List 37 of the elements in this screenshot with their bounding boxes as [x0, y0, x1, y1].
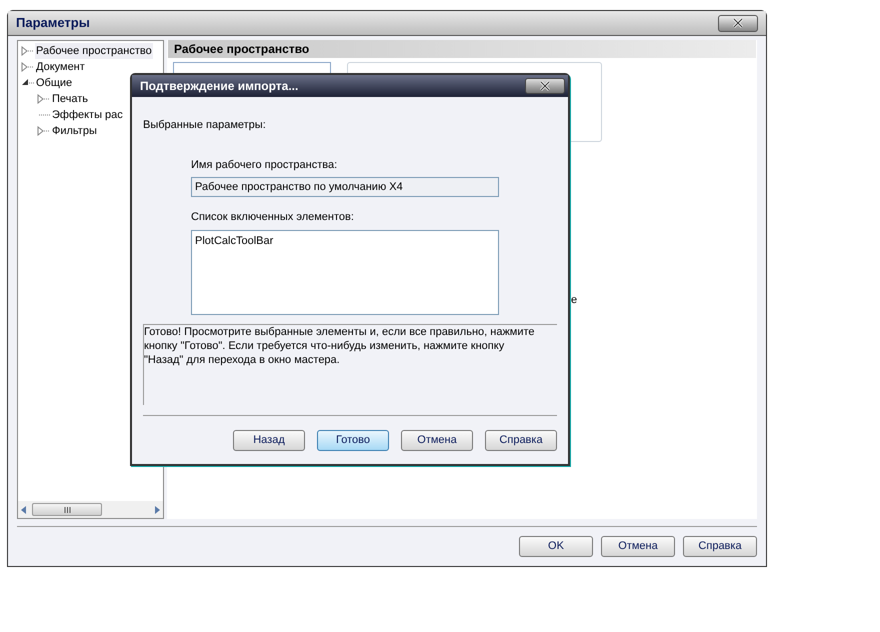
- collapsed-arrow-icon[interactable]: [37, 94, 51, 104]
- dialog-button[interactable]: OK: [519, 536, 593, 557]
- dialog-title: Подтверждение импорта...: [140, 78, 298, 95]
- tree-item[interactable]: Эффекты рас: [51, 106, 124, 124]
- tree-item[interactable]: Печать: [51, 90, 90, 108]
- list-item: PlotCalcToolBar: [195, 234, 274, 248]
- panel-title: Рабочее пространство: [174, 41, 310, 58]
- label-fragment: е: [571, 293, 578, 308]
- dialog-button[interactable]: Справка: [485, 430, 557, 450]
- close-button[interactable]: [718, 14, 758, 32]
- window-title: Параметры: [16, 14, 90, 32]
- dialog-button[interactable]: Отмена: [401, 430, 473, 450]
- dialog-button[interactable]: Справка: [683, 536, 757, 557]
- tree-item[interactable]: Общие: [35, 74, 74, 92]
- expanded-arrow-icon[interactable]: [21, 78, 35, 88]
- close-icon: [732, 18, 744, 28]
- instruction-text: Готово! Просмотрите выбранные элементы и, если все правильно, нажмите кнопку "Готово". Если требуется что-нибудь изменить, нажмите кнопку "Назад" для перехода в окно мастера.: [144, 324, 536, 366]
- items-list[interactable]: PlotCalcToolBar: [191, 230, 499, 314]
- scroll-right-icon[interactable]: [155, 506, 160, 514]
- dialog-button[interactable]: Отмена: [601, 536, 675, 557]
- field-label: Имя рабочего пространства:: [191, 158, 338, 172]
- close-icon: [539, 81, 551, 91]
- tree-item[interactable]: Документ: [35, 58, 86, 76]
- collapsed-arrow-icon[interactable]: [21, 62, 35, 72]
- collapsed-arrow-icon[interactable]: [37, 126, 51, 136]
- tree-item[interactable]: Фильтры: [51, 122, 98, 140]
- dialog-button[interactable]: Готово: [317, 430, 389, 450]
- dialog-button[interactable]: Назад: [233, 430, 305, 450]
- close-button[interactable]: [525, 78, 565, 94]
- section-heading: Выбранные параметры:: [143, 118, 267, 133]
- workspace-name-field[interactable]: Рабочее пространство по умолчанию X4: [191, 177, 499, 197]
- scroll-left-icon[interactable]: [21, 506, 26, 514]
- tree-item[interactable]: Рабочее пространство: [35, 42, 153, 60]
- field-label: Список включенных элементов:: [191, 210, 355, 225]
- horizontal-scrollbar[interactable]: [18, 501, 163, 518]
- collapsed-arrow-icon[interactable]: [21, 46, 35, 56]
- scrollbar-thumb[interactable]: [32, 503, 102, 516]
